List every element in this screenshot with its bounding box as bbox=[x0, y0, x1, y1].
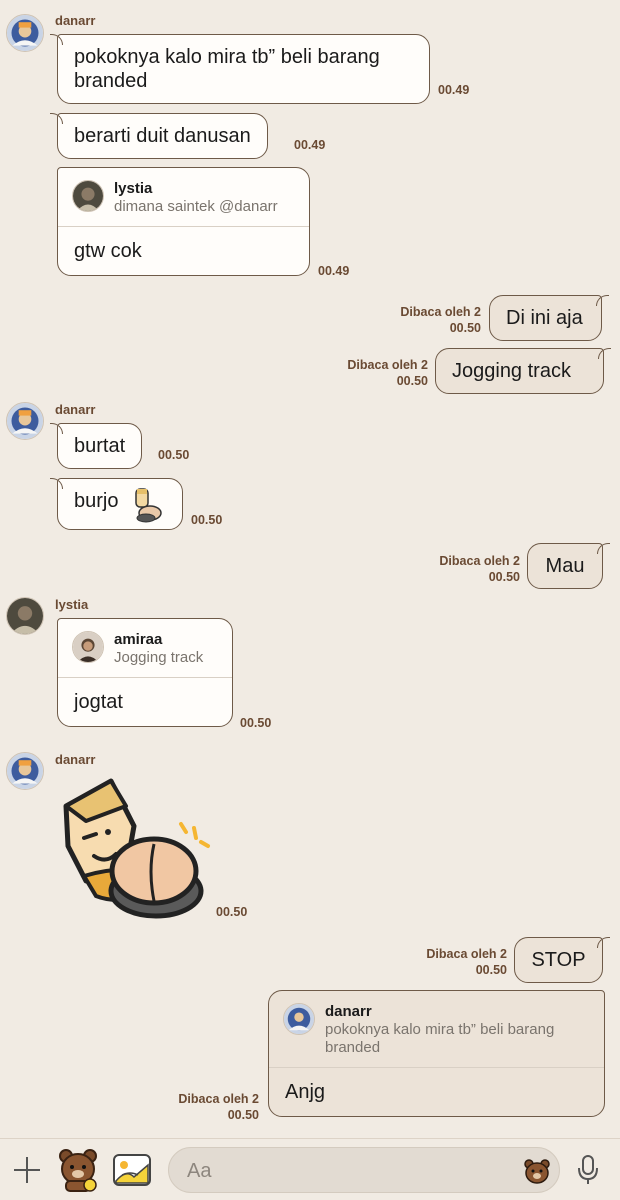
message-time: 00.50 bbox=[216, 905, 248, 919]
quoted-text: pokoknya kalo mira tb” beli barang brand… bbox=[325, 1021, 555, 1056]
message-text: burtat bbox=[74, 435, 126, 457]
message-bubble[interactable]: berarti duit danusan bbox=[50, 113, 268, 159]
message-time: 00.50 bbox=[158, 448, 190, 462]
message-input-box[interactable] bbox=[168, 1147, 560, 1193]
sitting-character-emoji-icon bbox=[128, 487, 164, 523]
read-receipt: Dibaca oleh 2 00.50 bbox=[400, 946, 507, 978]
avatar-danarr bbox=[283, 1003, 315, 1035]
avatar-lystia bbox=[72, 180, 104, 212]
sender-name: danarr bbox=[55, 752, 96, 767]
message-time: 00.50 bbox=[475, 963, 507, 977]
quoted-sender: lystia bbox=[114, 180, 153, 197]
brown-bear-sticker-icon[interactable] bbox=[56, 1147, 102, 1193]
bear-emoji-icon[interactable] bbox=[523, 1158, 551, 1184]
message-bubble[interactable]: burjo bbox=[50, 478, 183, 530]
quoted-text: Jogging track bbox=[114, 649, 204, 666]
sender-name: danarr bbox=[55, 402, 96, 417]
quoted-text: dimana saintek @danarr bbox=[114, 198, 278, 215]
message-bubble[interactable]: Mau bbox=[527, 543, 610, 589]
sender-name: lystia bbox=[55, 597, 89, 612]
message-time: 00.50 bbox=[488, 570, 520, 584]
avatar-danarr[interactable] bbox=[6, 752, 44, 790]
read-receipt: Dibaca oleh 2 00.50 bbox=[152, 1091, 259, 1123]
composer-bar bbox=[0, 1138, 620, 1200]
message-bubble[interactable]: Jogging track bbox=[435, 348, 611, 394]
avatar-amiraa bbox=[72, 631, 104, 663]
message-time: 00.49 bbox=[438, 83, 470, 97]
message-text: burjo bbox=[74, 490, 119, 512]
message-text: Jogging track bbox=[452, 360, 571, 382]
reply-message-card[interactable]: lystia dimana saintek @danarr gtw cok bbox=[57, 167, 310, 276]
read-receipt: Dibaca oleh 2 00.50 bbox=[322, 357, 428, 389]
message-text: Di ini aja bbox=[506, 307, 583, 329]
message-bubble[interactable]: burtat bbox=[49, 423, 143, 469]
message-text: pokoknya kalo mira tb” beli barang brand… bbox=[74, 46, 380, 92]
reply-message-card[interactable]: amiraa Jogging track jogtat bbox=[57, 618, 233, 727]
message-text: STOP bbox=[531, 949, 586, 971]
plus-icon[interactable] bbox=[12, 1155, 42, 1185]
read-status: Dibaca oleh 2 bbox=[347, 358, 428, 372]
message-text: jogtat bbox=[74, 691, 123, 713]
message-input[interactable] bbox=[187, 1156, 507, 1186]
read-status: Dibaca oleh 2 bbox=[400, 305, 481, 319]
read-status: Dibaca oleh 2 bbox=[426, 947, 507, 961]
message-time: 00.50 bbox=[240, 716, 272, 730]
message-time: 00.49 bbox=[294, 138, 326, 152]
avatar-danarr[interactable] bbox=[6, 402, 44, 440]
message-text: berarti duit danusan bbox=[74, 125, 251, 147]
reply-message-card[interactable]: danarr pokoknya kalo mira tb” beli baran… bbox=[268, 990, 605, 1117]
message-time: 00.50 bbox=[227, 1108, 259, 1122]
read-receipt: Dibaca oleh 2 00.50 bbox=[376, 304, 481, 336]
message-text: Anjg bbox=[285, 1081, 326, 1103]
quoted-sender: danarr bbox=[325, 1003, 372, 1020]
read-status: Dibaca oleh 2 bbox=[178, 1092, 259, 1106]
message-time: 00.50 bbox=[449, 321, 481, 335]
quoted-message[interactable]: danarr pokoknya kalo mira tb” beli baran… bbox=[269, 991, 604, 1068]
quoted-message[interactable]: amiraa Jogging track bbox=[58, 619, 232, 678]
message-time: 00.50 bbox=[191, 513, 223, 527]
quoted-sender: amiraa bbox=[114, 631, 163, 648]
avatar-lystia[interactable] bbox=[6, 597, 44, 635]
message-bubble[interactable]: pokoknya kalo mira tb” beli barang brand… bbox=[50, 34, 430, 104]
read-receipt: Dibaca oleh 2 00.50 bbox=[413, 553, 520, 585]
message-bubble[interactable]: Di ini aja bbox=[489, 295, 609, 341]
message-text: gtw cok bbox=[74, 240, 142, 262]
message-text: Mau bbox=[545, 555, 585, 577]
sender-name: danarr bbox=[55, 13, 96, 28]
sticker-shop-icon[interactable] bbox=[112, 1151, 152, 1189]
quoted-message[interactable]: lystia dimana saintek @danarr bbox=[58, 168, 309, 227]
message-time: 00.49 bbox=[318, 264, 350, 278]
butt-character-sticker-icon[interactable] bbox=[56, 776, 216, 921]
message-time: 00.50 bbox=[396, 374, 428, 388]
microphone-icon[interactable] bbox=[576, 1154, 600, 1186]
avatar-danarr[interactable] bbox=[6, 14, 44, 52]
read-status: Dibaca oleh 2 bbox=[439, 554, 520, 568]
message-bubble[interactable]: STOP bbox=[514, 937, 610, 983]
